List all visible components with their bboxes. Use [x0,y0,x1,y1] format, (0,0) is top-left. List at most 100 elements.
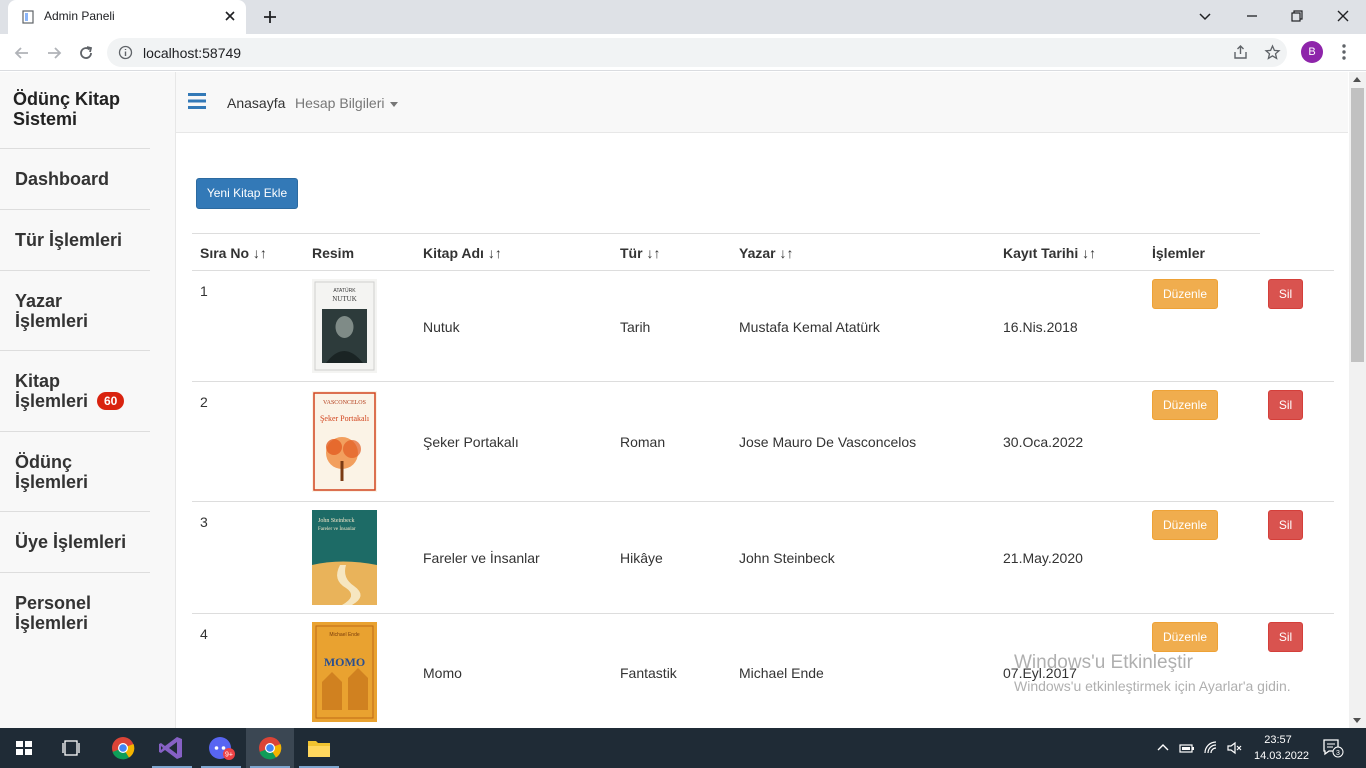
book-date: 16.Nis.2018 [1003,319,1078,335]
sidebar-item-books[interactable]: Kitap İşlemleri 60 [0,350,150,431]
scrollbar-thumb[interactable] [1351,88,1364,362]
edit-button[interactable]: Düzenle [1152,510,1218,540]
forward-icon[interactable] [44,43,64,63]
url-text: localhost:58749 [143,45,242,61]
cover-title-text: Şeker Portakalı [320,414,370,423]
volume-muted-icon[interactable] [1226,740,1242,756]
sidebar-item-staff[interactable]: Personel İşlemleri [0,572,150,652]
site-info-icon[interactable] [118,45,133,60]
chrome-active-taskbar-icon[interactable] [246,728,294,768]
nav-account-dropdown[interactable]: Hesap Bilgileri [295,95,399,111]
sidebar-item-label: Dashboard [15,169,110,189]
notification-center-icon[interactable]: 3 [1322,738,1344,758]
table-row: 2 VASCONCELOS Şeker Portakalı Şeker Port… [192,381,1334,501]
delete-button[interactable]: Sil [1268,510,1303,540]
windows-taskbar: 9+ 23:57 14.03.2022 3 [0,728,1366,768]
task-view-icon[interactable] [48,728,96,768]
row-number: 4 [200,626,208,642]
file-explorer-icon[interactable] [295,728,343,768]
sidebar-item-members[interactable]: Üye İşlemleri [0,511,150,572]
column-header-genre[interactable]: Tür ↓↑ [620,245,660,261]
visual-studio-icon[interactable] [148,728,196,768]
sidebar-item-label: Kitap İşlemleri [15,371,89,411]
edit-button[interactable]: Düzenle [1152,279,1218,309]
discord-badge: 9+ [225,752,233,759]
wifi-icon[interactable] [1203,740,1219,756]
book-date: 07.Eyl.2017 [1003,665,1077,681]
browser-tab-strip: Admin Paneli [0,0,1366,34]
sidebar-item-dashboard[interactable]: Dashboard [0,148,150,209]
restore-icon[interactable] [1287,6,1307,26]
scroll-up-icon[interactable] [1353,77,1361,82]
delete-button[interactable]: Sil [1268,622,1303,652]
page-viewport: Ödünç Kitap Sistemi Dashboard Tür İşleml… [0,72,1366,728]
edit-button[interactable]: Düzenle [1152,622,1218,652]
cover-author-text: John Steinbeck [318,518,355,524]
sort-icon: ↓↑ [252,245,267,261]
address-bar[interactable]: localhost:58749 [107,38,1287,67]
close-tab-icon[interactable] [222,8,238,24]
sidebar-item-genres[interactable]: Tür İşlemleri [0,209,150,270]
nav-home-link[interactable]: Anasayfa [227,95,285,111]
tab-search-icon[interactable] [1195,6,1215,26]
browser-tab[interactable]: Admin Paneli [8,0,246,34]
tab-title: Admin Paneli [44,9,115,23]
cover-title-text: NUTUK [332,295,357,303]
edit-button[interactable]: Düzenle [1152,390,1218,420]
clock-date: 14.03.2022 [1254,750,1310,762]
chrome-taskbar-icon[interactable] [99,728,147,768]
windows-start-icon[interactable] [0,728,48,768]
top-navbar: Anasayfa Hesap Bilgileri [176,72,1348,133]
back-icon[interactable] [12,43,32,63]
column-header-author[interactable]: Yazar ↓↑ [739,245,793,261]
tray-chevron-icon[interactable] [1155,740,1171,756]
sidebar-item-authors[interactable]: Yazar İşlemleri [0,270,150,350]
book-cover-image: John Steinbeck Fareler ve İnsanlar [312,510,377,605]
book-author: Mustafa Kemal Atatürk [739,319,880,335]
sidebar: Ödünç Kitap Sistemi Dashboard Tür İşleml… [0,72,176,728]
system-clock[interactable]: 23:57 14.03.2022 [1254,732,1310,764]
profile-avatar[interactable]: B [1301,41,1323,63]
add-book-button[interactable]: Yeni Kitap Ekle [196,178,298,209]
close-window-icon[interactable] [1333,6,1353,26]
table-row: 1 ATATÜRK NUTUK Nutuk Tarih Mustafa Kema… [192,270,1334,381]
table-row: 4 Michael Ende MOMO Momo Fantastik Micha… [192,613,1334,728]
book-title: Momo [423,665,462,681]
delete-button[interactable]: Sil [1268,279,1303,309]
brand-title: Ödünç Kitap Sistemi [13,89,120,129]
nav-account-label: Hesap Bilgileri [295,95,385,111]
column-header-actions: İşlemler [1152,245,1205,261]
column-header-image: Resim [312,245,354,261]
browser-menu-icon[interactable] [1336,43,1352,61]
column-header-label: Sıra No [200,245,250,261]
hamburger-menu-icon[interactable] [188,93,206,109]
new-tab-icon[interactable] [261,8,279,26]
column-header-no[interactable]: Sıra No ↓↑ [200,245,267,261]
clock-time: 23:57 [1264,734,1292,746]
notification-count: 3 [1336,750,1340,757]
sidebar-item-label: Personel İşlemleri [15,593,92,633]
battery-icon[interactable] [1179,740,1195,756]
share-icon[interactable] [1232,44,1249,61]
book-author: Jose Mauro De Vasconcelos [739,434,917,450]
book-cover-image: ATATÜRK NUTUK [312,279,377,373]
column-header-title[interactable]: Kitap Adı ↓↑ [423,245,502,261]
book-count-badge: 60 [97,392,125,410]
cover-title-text: Fareler ve İnsanlar [318,526,356,532]
column-header-label: Kayıt Tarihi [1003,245,1079,261]
column-header-label: Yazar [739,245,776,261]
minimize-icon[interactable] [1242,6,1262,26]
column-header-label: Tür [620,245,643,261]
column-header-label: İşlemler [1152,245,1205,261]
cover-title-text: MOMO [324,655,365,669]
sidebar-item-loans[interactable]: Ödünç İşlemleri [0,431,150,511]
page-scrollbar[interactable] [1349,72,1366,728]
delete-button[interactable]: Sil [1268,390,1303,420]
column-header-date[interactable]: Kayıt Tarihi ↓↑ [1003,245,1096,261]
bookmark-star-icon[interactable] [1264,44,1281,61]
column-header-label: Resim [312,245,355,261]
reload-icon[interactable] [76,43,96,63]
sort-icon: ↓↑ [487,245,502,261]
scroll-down-icon[interactable] [1353,718,1361,723]
discord-icon[interactable]: 9+ [197,728,245,768]
